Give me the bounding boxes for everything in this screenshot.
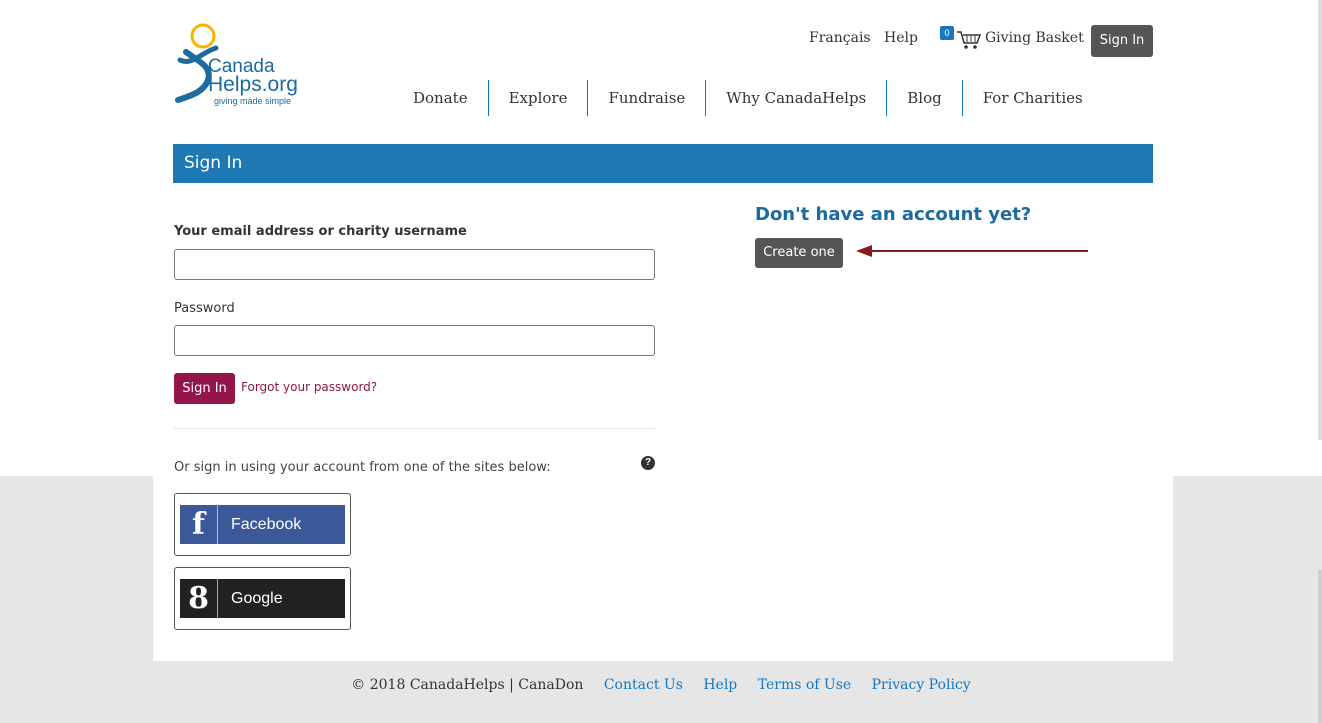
footer-copyright: © 2018 CanadaHelps | CanaDon [351, 677, 584, 693]
scrollbar-track[interactable] [1318, 0, 1322, 440]
header-signin-button[interactable]: Sign In [1091, 25, 1153, 57]
section-divider [174, 428, 655, 429]
language-link[interactable]: Français [809, 30, 871, 46]
help-link[interactable]: Help [884, 30, 918, 46]
forgot-password-link[interactable]: Forgot your password? [241, 380, 377, 394]
google-button-face: 8 Google [180, 579, 345, 618]
footer: © 2018 CanadaHelps | CanaDon Contact Us … [0, 677, 1322, 693]
footer-link-privacy[interactable]: Privacy Policy [872, 677, 971, 693]
password-label: Password [174, 301, 235, 316]
nav-blog[interactable]: Blog [887, 80, 961, 116]
main-nav: Donate Explore Fundraise Why CanadaHelps… [393, 80, 1103, 116]
facebook-label: Facebook [231, 515, 302, 533]
no-account-heading: Don't have an account yet? [755, 204, 1032, 225]
giving-basket-link[interactable]: Giving Basket [985, 30, 1084, 46]
email-field[interactable] [174, 249, 655, 280]
nav-fundraise[interactable]: Fundraise [588, 80, 705, 116]
footer-link-contact[interactable]: Contact Us [604, 677, 683, 693]
email-label: Your email address or charity username [174, 224, 467, 239]
nav-for-charities[interactable]: For Charities [963, 80, 1103, 116]
scrollbar-track-lower[interactable] [1318, 570, 1322, 723]
logo-tagline: giving made simple [214, 96, 292, 106]
nav-why-canadahelps[interactable]: Why CanadaHelps [706, 80, 886, 116]
footer-link-terms[interactable]: Terms of Use [758, 677, 851, 693]
signin-title-bar [173, 144, 1153, 183]
google-label: Google [231, 589, 283, 607]
basket-count-badge: 0 [940, 26, 954, 40]
help-question-icon[interactable]: ? [641, 456, 655, 470]
page-title: Sign In [184, 153, 243, 173]
facebook-icon: f [180, 505, 218, 544]
facebook-signin-button[interactable]: f Facebook [174, 493, 351, 556]
password-field[interactable] [174, 325, 655, 356]
logo-line-helps: Helps.org [208, 73, 298, 96]
create-account-button[interactable]: Create one [755, 238, 843, 268]
google-signin-button[interactable]: 8 Google [174, 567, 351, 630]
arrow-left-icon [856, 245, 1088, 257]
social-signin-prompt: Or sign in using your account from one o… [174, 460, 551, 475]
nav-explore[interactable]: Explore [489, 80, 588, 116]
facebook-button-face: f Facebook [180, 505, 345, 544]
footer-link-help[interactable]: Help [703, 677, 737, 693]
signin-submit-button[interactable]: Sign In [174, 373, 235, 404]
basket-icon[interactable] [956, 30, 982, 50]
nav-donate[interactable]: Donate [393, 80, 488, 116]
google-icon: 8 [180, 579, 218, 618]
